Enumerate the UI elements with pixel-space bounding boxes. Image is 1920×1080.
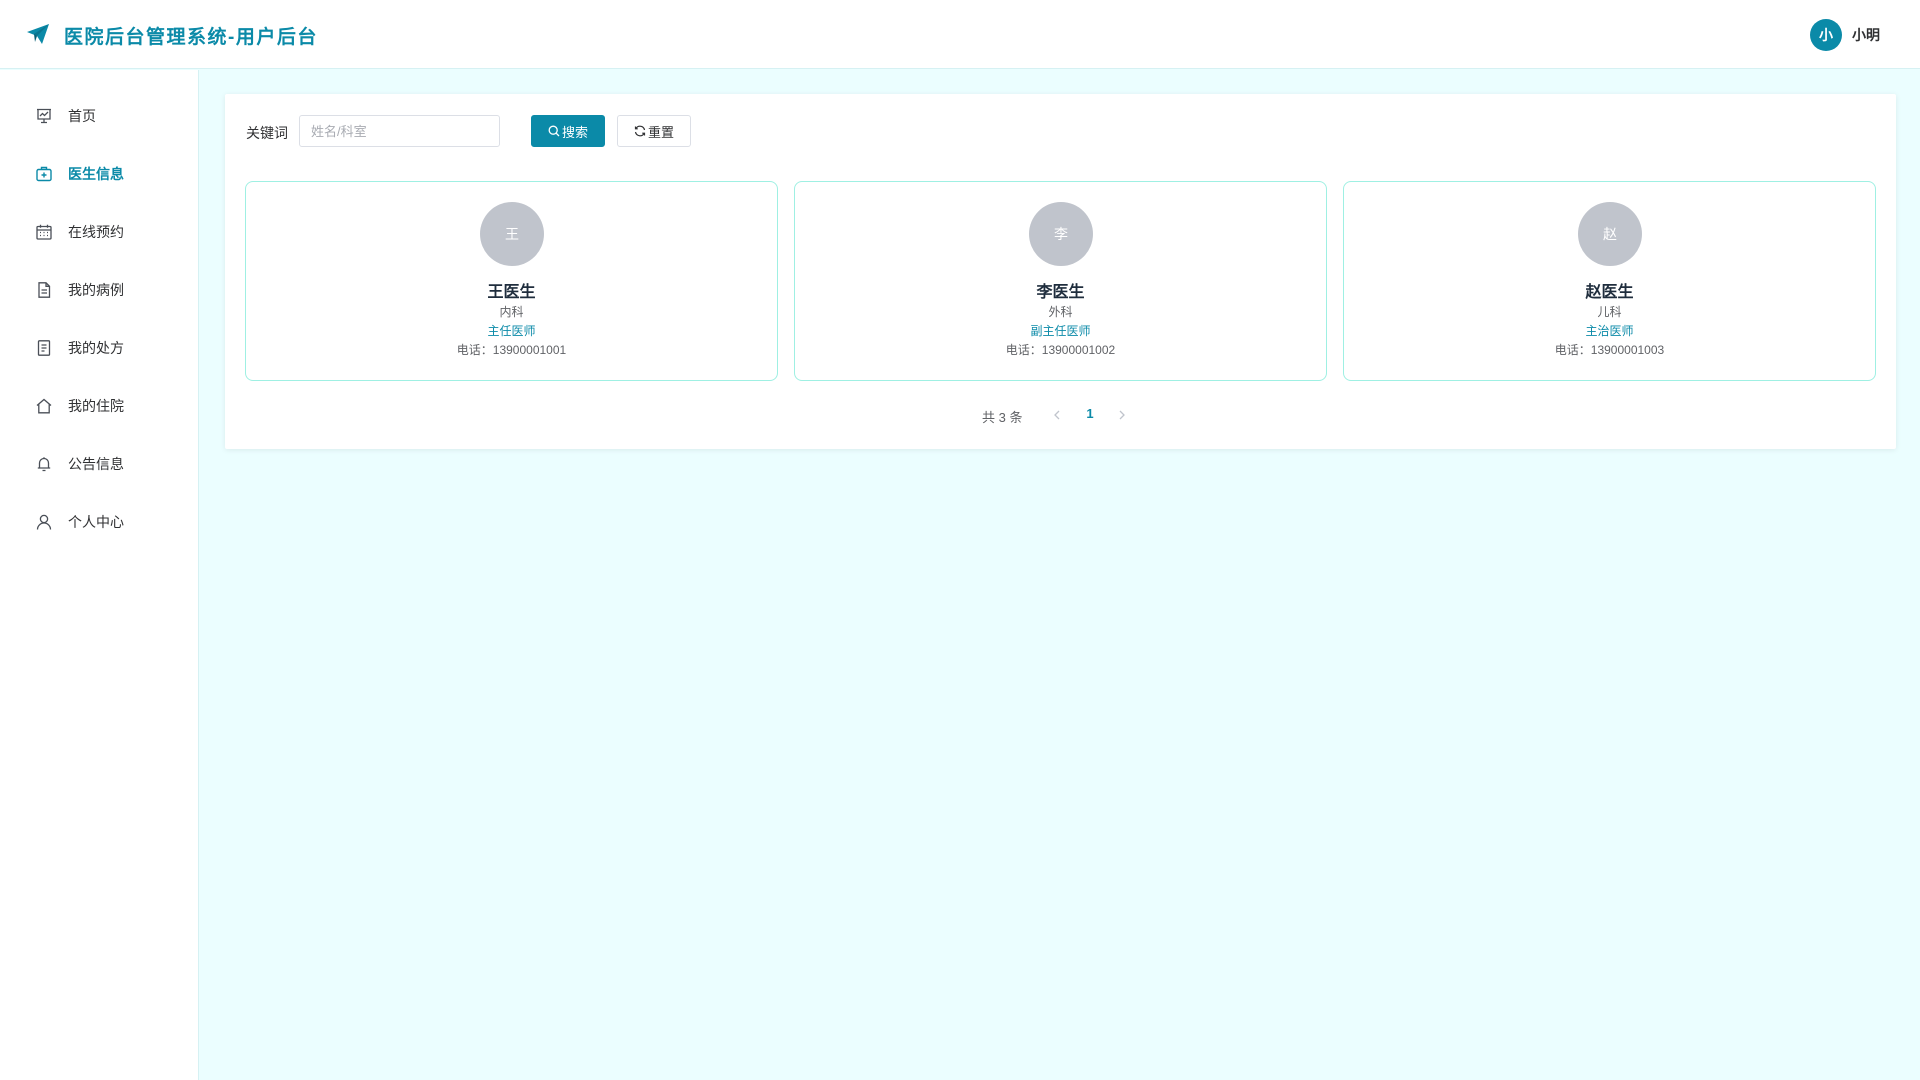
doctor-title: 主任医师 [487,324,536,338]
sidebar-item-hospitalization[interactable]: 我的住院 [0,386,198,426]
sidebar-item-appointment[interactable]: 在线预约 [0,212,198,252]
reset-button-label: 重置 [647,124,674,140]
app-title: 医院后台管理系统-用户后台 [64,27,318,48]
sidebar-item-doctor-info[interactable]: 医生信息 [0,154,198,194]
chevron-left-icon [1054,410,1060,420]
avatar[interactable]: 小 [1810,19,1842,51]
chart-board-icon [35,107,53,125]
sidebar-item-home[interactable]: 首页 [0,96,198,136]
doctor-card[interactable]: 赵 赵医生 儿科 主治医师 电话：13900001003 [1343,181,1876,381]
sidebar-item-label: 公告信息 [68,456,124,472]
doctor-card[interactable]: 王 王医生 内科 主任医师 电话：13900001001 [245,181,778,381]
keyword-label: 关键词 [246,125,288,141]
sidebar-item-label: 医生信息 [68,166,124,182]
bell-icon [35,455,53,473]
doctor-department: 外科 [1048,305,1073,319]
doctor-title: 主治医师 [1585,324,1634,338]
sidebar-item-label: 我的住院 [68,398,124,414]
sidebar-item-profile[interactable]: 个人中心 [0,502,198,542]
reset-button[interactable]: 重置 [617,115,691,147]
sidebar-item-label: 在线预约 [68,224,124,240]
sidebar-item-announcements[interactable]: 公告信息 [0,444,198,484]
doctor-phone: 电话：13900001001 [456,343,567,357]
top-header: 医院后台管理系统-用户后台 小 小明 [0,0,1920,69]
refresh-icon [634,125,646,137]
document-icon [35,281,53,299]
page-number[interactable]: 1 [1078,406,1102,421]
user-menu[interactable]: 小 小明 [1810,19,1880,51]
prescription-icon [35,339,53,357]
doctor-avatar: 赵 [1578,202,1642,266]
sidebar-item-label: 个人中心 [68,514,124,530]
search-button[interactable]: 搜索 [531,115,605,147]
user-name[interactable]: 小明 [1852,25,1880,45]
paper-plane-icon [27,24,49,44]
sidebar-item-medical-records[interactable]: 我的病例 [0,270,198,310]
search-input[interactable] [299,115,500,147]
doctor-department: 内科 [499,305,524,319]
doctor-name: 赵医生 [1585,284,1634,301]
sidebar: 首页 医生信息 在线预约 我的病例 我的处方 我的住院 公告信息 个人中心 [0,70,199,1080]
sidebar-item-label: 我的处方 [68,340,124,356]
pagination: 共 3 条 1 [225,403,1896,427]
doctor-name: 李医生 [1036,284,1085,301]
search-button-label: 搜索 [561,124,588,140]
doctor-card[interactable]: 李 李医生 外科 副主任医师 电话：13900001002 [794,181,1327,381]
doctor-avatar: 王 [480,202,544,266]
doctor-phone: 电话：13900001003 [1554,343,1665,357]
doctor-department: 儿科 [1597,305,1622,319]
doctor-title: 副主任医师 [1030,324,1091,338]
search-icon [548,125,560,137]
doctor-name: 王医生 [487,284,536,301]
sidebar-item-prescriptions[interactable]: 我的处方 [0,328,198,368]
next-page-button[interactable] [1112,405,1132,425]
doctor-phone: 电话：13900001002 [1005,343,1116,357]
calendar-icon [35,223,53,241]
user-icon [35,513,53,531]
doctor-list-panel: 关键词 搜索 重置 王 王医生 内科 主任医师 电话：13900001001 李… [225,94,1896,449]
sidebar-item-label: 我的病例 [68,282,124,298]
doctor-avatar: 李 [1029,202,1093,266]
chevron-right-icon [1119,410,1125,420]
medical-kit-icon [35,165,53,183]
house-icon [35,397,53,415]
pagination-total: 共 3 条 [982,410,1023,425]
prev-page-button[interactable] [1047,405,1067,425]
sidebar-item-label: 首页 [68,108,96,124]
